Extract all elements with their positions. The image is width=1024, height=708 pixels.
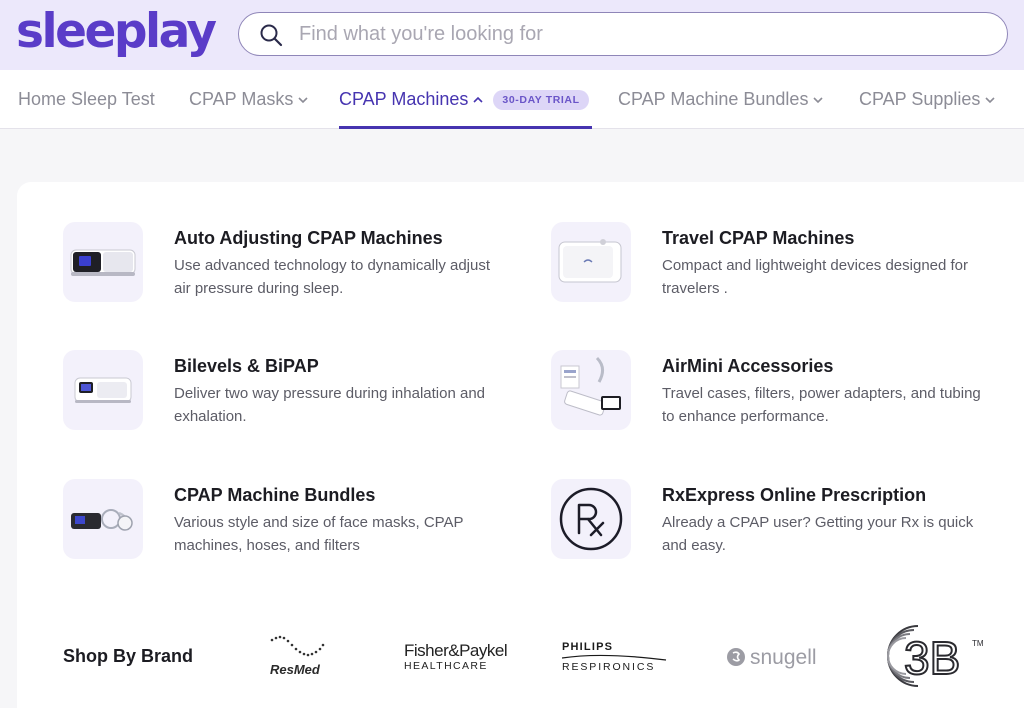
- trademark-mark: TM: [972, 639, 984, 648]
- category-title: RxExpress Online Prescription: [662, 485, 927, 505]
- chevron-down-icon: [985, 96, 995, 103]
- category-title: AirMini Accessories: [662, 356, 834, 376]
- nav-cpap-machine-bundles[interactable]: CPAP Machine Bundles: [618, 70, 824, 129]
- category-auto-cpap[interactable]: Auto Adjusting CPAP Machines Use advance…: [63, 222, 503, 304]
- 3b-wordmark: 3B: [904, 632, 960, 684]
- philips-wordmark: PHILIPS: [562, 641, 613, 653]
- resmed-wordmark: ResMed: [270, 662, 321, 677]
- category-description: Deliver two way pressure during inhalati…: [174, 385, 486, 425]
- chevron-up-icon: [473, 96, 483, 103]
- category-title: Auto Adjusting CPAP Machines: [174, 228, 443, 248]
- bipap-machine-image: [63, 350, 143, 430]
- category-description: Various style and size of face masks, CP…: [174, 514, 464, 554]
- category-description: Already a CPAP user? Getting your Rx is …: [662, 514, 974, 554]
- category-description: Use advanced technology to dynamically a…: [174, 257, 491, 297]
- search-bar[interactable]: [238, 12, 1008, 56]
- category-description: Travel cases, filters, power adapters, a…: [662, 385, 981, 425]
- brand-3b-logo[interactable]: 3B TM: [878, 622, 988, 690]
- category-description: Compact and lightweight devices designed…: [662, 257, 969, 297]
- nav-label: CPAP Machine Bundles: [618, 89, 809, 109]
- category-travel-cpap[interactable]: Travel CPAP Machines Compact and lightwe…: [551, 222, 991, 304]
- fisher-paykel-wordmark: Fisher&Paykel: [404, 641, 507, 660]
- travel-cpap-machine-image: [551, 222, 631, 302]
- nav-cpap-supplies[interactable]: CPAP Supplies: [859, 70, 995, 129]
- snugell-wordmark: snugell: [750, 646, 817, 669]
- brand-resmed-logo[interactable]: ResMed: [266, 632, 330, 678]
- sleeplay-logo[interactable]: sleeplay: [16, 4, 217, 60]
- cpap-bundle-image: [63, 479, 143, 559]
- category-rxexpress[interactable]: RxExpress Online Prescription Already a …: [551, 479, 991, 561]
- chevron-down-icon: [813, 96, 824, 103]
- nav-label: CPAP Masks: [189, 89, 294, 109]
- airmini-accessories-image: [551, 350, 631, 430]
- category-title: Travel CPAP Machines: [662, 228, 855, 248]
- fisher-paykel-subtext: HEALTHCARE: [404, 660, 488, 672]
- category-cpap-bundles[interactable]: CPAP Machine Bundles Various style and s…: [63, 479, 503, 561]
- nav-label: Home Sleep Test: [18, 89, 155, 109]
- brand-philips-respironics-logo[interactable]: PHILIPS RESPIRONICS: [561, 638, 668, 674]
- nav-label: CPAP Machines: [339, 89, 469, 109]
- rx-icon: [551, 479, 631, 559]
- respironics-wordmark: RESPIRONICS: [562, 661, 655, 673]
- trial-badge: 30-DAY TRIAL: [493, 89, 589, 110]
- category-title: CPAP Machine Bundles: [174, 485, 376, 505]
- category-airmini-accessories[interactable]: AirMini Accessories Travel cases, filter…: [551, 350, 991, 432]
- category-bilevels-bipap[interactable]: Bilevels & BiPAP Deliver two way pressur…: [63, 350, 503, 432]
- brand-fisher-paykel-logo[interactable]: Fisher&Paykel HEALTHCARE: [404, 640, 512, 674]
- category-title: Bilevels & BiPAP: [174, 356, 319, 376]
- auto-cpap-machine-image: [63, 222, 143, 302]
- chevron-down-icon: [298, 96, 308, 103]
- shop-by-brand-heading: Shop By Brand: [63, 646, 194, 666]
- search-input[interactable]: [299, 19, 979, 49]
- nav-cpap-masks[interactable]: CPAP Masks: [189, 70, 308, 129]
- nav-home-sleep-test[interactable]: Home Sleep Test: [18, 70, 155, 129]
- top-bar: sleeplay: [0, 0, 1024, 70]
- category-nav: Home Sleep Test CPAP Masks CPAP Machines…: [0, 70, 1024, 129]
- brand-snugell-logo[interactable]: snugell: [726, 640, 826, 672]
- nav-cpap-machines[interactable]: CPAP Machines 30-DAY TRIAL: [339, 70, 592, 129]
- nav-label: CPAP Supplies: [859, 89, 981, 109]
- search-icon[interactable]: [259, 23, 283, 47]
